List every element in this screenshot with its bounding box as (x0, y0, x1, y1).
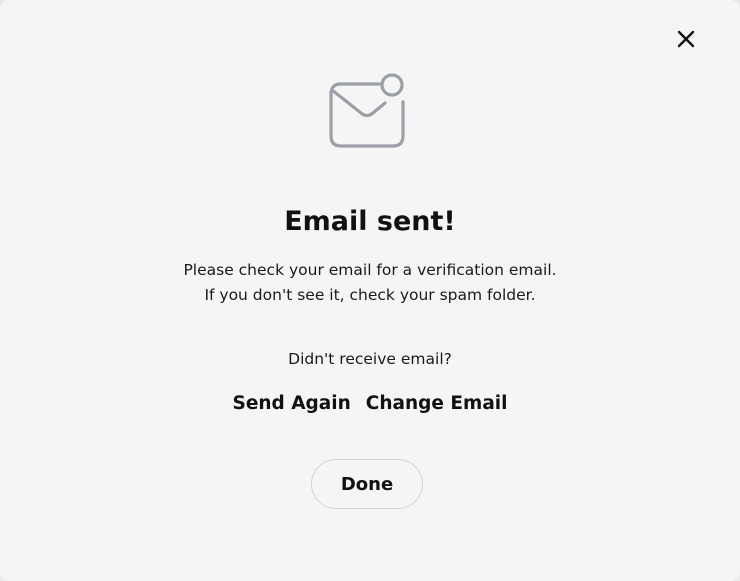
done-button[interactable]: Done (311, 459, 423, 509)
change-email-link[interactable]: Change Email (366, 390, 508, 418)
close-button[interactable] (672, 25, 700, 53)
resend-actions: Send Again Change Email (0, 390, 740, 418)
resend-prompt: Didn't receive email? (288, 350, 452, 368)
close-icon (677, 30, 695, 48)
message-line: If you don't see it, check your spam fol… (204, 286, 536, 304)
email-sent-dialog: Email sent! Please check your email for … (0, 0, 740, 581)
send-again-link[interactable]: Send Again (233, 390, 351, 418)
dialog-message: Please check your email for a verificati… (0, 258, 740, 308)
dialog-title: Email sent! (284, 206, 456, 237)
message-line: Please check your email for a verificati… (183, 261, 557, 279)
mail-notification-icon (329, 73, 405, 148)
